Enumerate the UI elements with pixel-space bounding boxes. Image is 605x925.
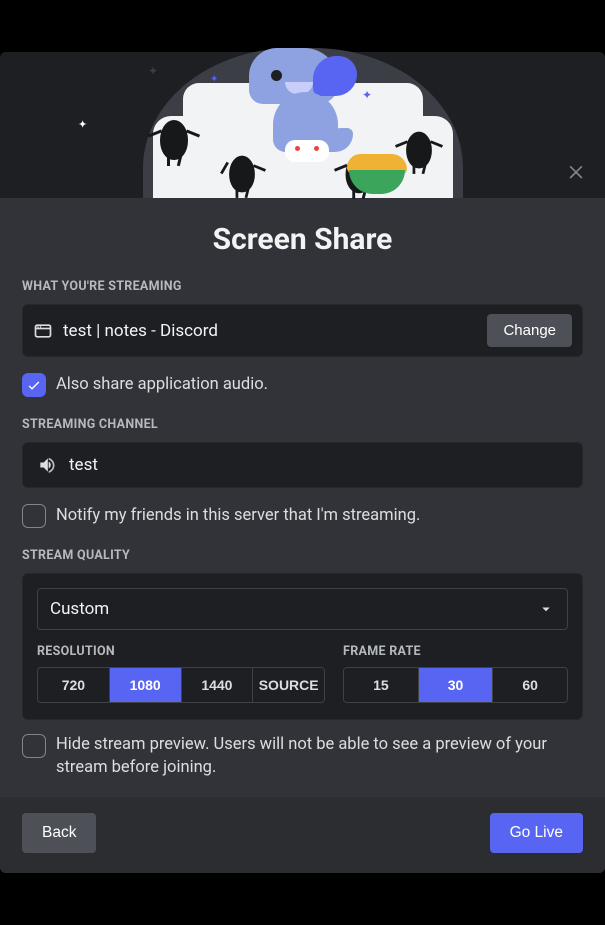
framerate-label: FRAME RATE: [329, 644, 568, 659]
wumpus-character: [243, 52, 363, 152]
framerate-option-30[interactable]: 30: [419, 668, 494, 702]
resolution-option-1440[interactable]: 1440: [182, 668, 254, 702]
resolution-label: RESOLUTION: [37, 644, 329, 659]
quality-card: Custom RESOLUTION FRAME RATE 720 1080 14…: [22, 573, 583, 720]
game-controller-icon: [285, 140, 329, 162]
streaming-source-field: test | notes - Discord Change: [22, 304, 583, 357]
go-live-button[interactable]: Go Live: [490, 813, 583, 853]
quality-preset-select[interactable]: Custom: [37, 588, 568, 630]
checkbox-unchecked: [22, 504, 46, 528]
quality-section-label: STREAM QUALITY: [22, 548, 583, 563]
sparkle-icon: ✦: [78, 118, 87, 131]
blob-character: [406, 132, 432, 169]
back-button[interactable]: Back: [22, 813, 96, 853]
framerate-segment: 15 30 60: [343, 667, 568, 703]
checkbox-checked: [22, 373, 46, 397]
channel-section-label: STREAMING CHANNEL: [22, 417, 583, 432]
modal-footer: Back Go Live: [0, 797, 605, 873]
screen-share-modal: ✦ ✦ ✦ ✦: [0, 52, 605, 873]
share-audio-checkbox-row[interactable]: Also share application audio.: [22, 373, 583, 397]
quality-button-groups: 720 1080 1440 SOURCE 15 30 60: [37, 667, 568, 703]
check-icon: [26, 377, 42, 393]
checkbox-unchecked: [22, 734, 46, 758]
channel-name: test: [69, 455, 98, 475]
hide-preview-checkbox-row[interactable]: Hide stream preview. Users will not be a…: [22, 734, 583, 779]
quality-sublabels: RESOLUTION FRAME RATE: [37, 644, 568, 659]
share-audio-label: Also share application audio.: [56, 374, 268, 396]
resolution-option-source[interactable]: SOURCE: [253, 668, 324, 702]
sparkle-icon: ✦: [362, 88, 372, 102]
resolution-segment: 720 1080 1440 SOURCE: [37, 667, 325, 703]
streaming-source-name: test | notes - Discord: [63, 321, 477, 341]
hero-illustration: ✦ ✦ ✦ ✦: [0, 52, 605, 198]
notify-friends-label: Notify my friends in this server that I'…: [56, 505, 420, 527]
window-icon: [33, 321, 53, 341]
resolution-option-720[interactable]: 720: [38, 668, 110, 702]
sparkle-icon: ✦: [210, 74, 218, 85]
resolution-option-1080[interactable]: 1080: [110, 668, 182, 702]
quality-preset-value: Custom: [50, 599, 109, 619]
chevron-down-icon: [537, 600, 555, 618]
modal-backdrop: ✦ ✦ ✦ ✦: [0, 0, 605, 925]
framerate-option-15[interactable]: 15: [344, 668, 419, 702]
blob-character: [229, 156, 255, 193]
change-source-button[interactable]: Change: [487, 314, 572, 347]
close-button[interactable]: [563, 158, 589, 184]
close-icon: [566, 161, 586, 181]
blob-character: [160, 120, 188, 160]
notify-friends-checkbox-row[interactable]: Notify my friends in this server that I'…: [22, 504, 583, 528]
speaker-icon: [37, 455, 57, 475]
streaming-section-label: WHAT YOU'RE STREAMING: [22, 279, 583, 294]
modal-content: WHAT YOU'RE STREAMING test | notes - Dis…: [0, 265, 605, 797]
sparkle-icon: ✦: [148, 64, 158, 78]
hide-preview-label: Hide stream preview. Users will not be a…: [56, 734, 583, 779]
channel-row: test: [22, 442, 583, 488]
modal-title: Screen Share: [0, 198, 605, 265]
framerate-option-60[interactable]: 60: [493, 668, 567, 702]
